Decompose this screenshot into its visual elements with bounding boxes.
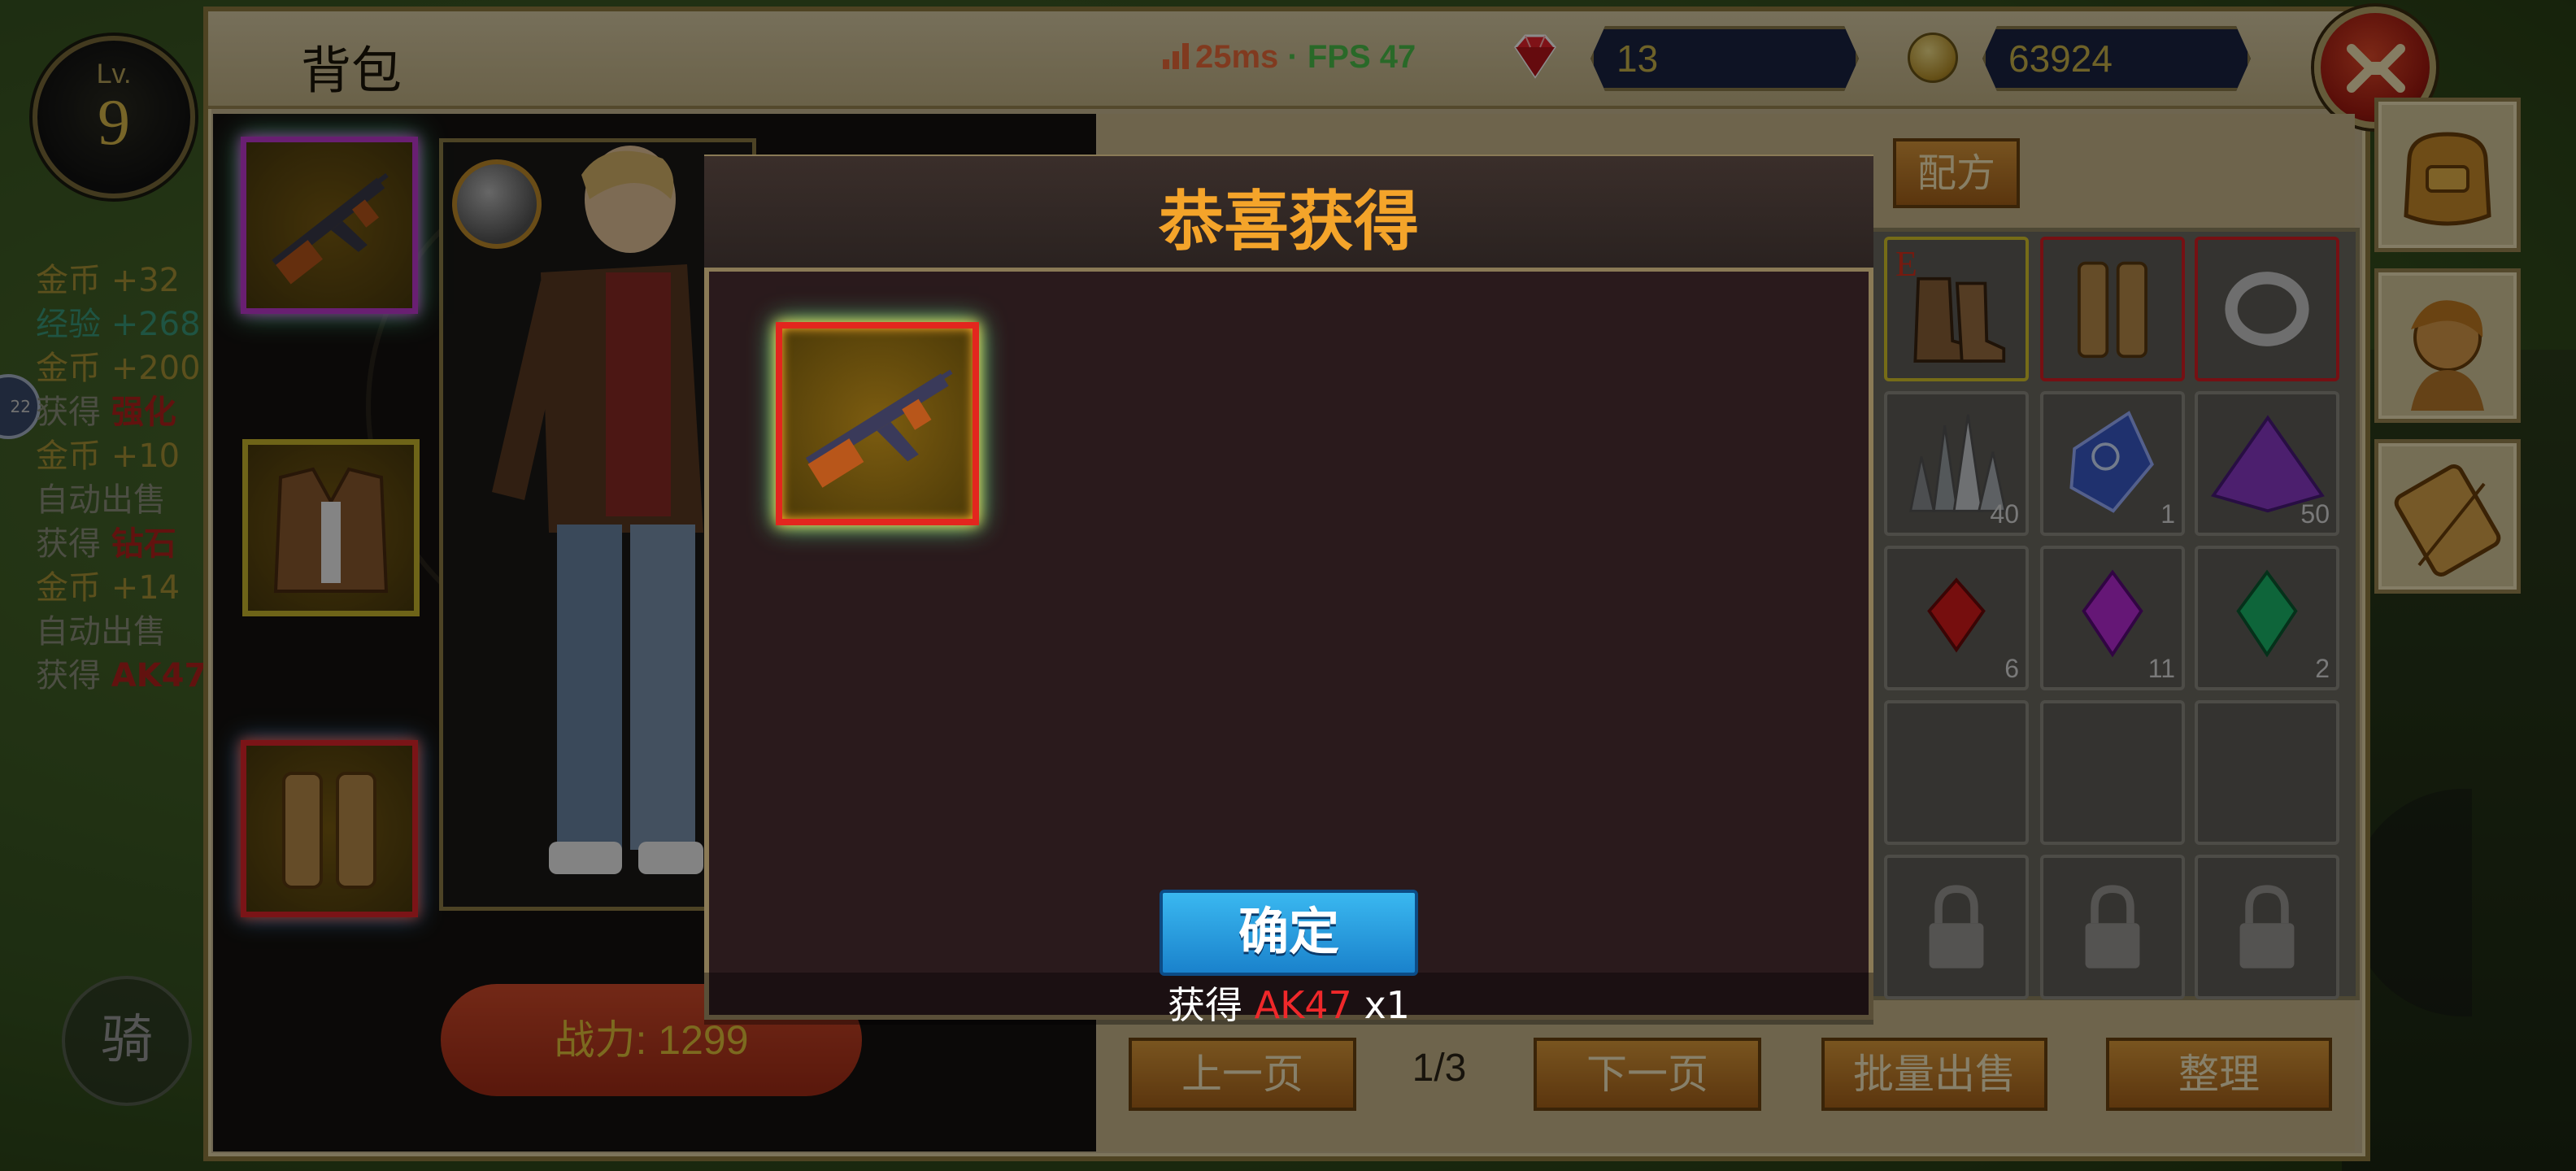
reward-item-ak47[interactable] (776, 322, 979, 525)
reward-quantity: x1 (1351, 983, 1410, 1027)
reward-summary-prefix: 获得 (1168, 983, 1255, 1027)
confirm-button[interactable]: 确定 (1160, 890, 1418, 976)
dialog-title: 恭喜获得 (1159, 184, 1419, 259)
reward-summary: 获得 AK47 x1 (1057, 976, 1521, 1030)
reward-item-name: AK47 (1254, 983, 1352, 1027)
rifle-icon (805, 369, 953, 488)
